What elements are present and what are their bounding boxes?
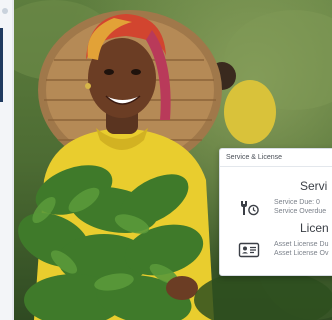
app-window: Service & License Servi Service Due: 0 S… <box>0 0 332 320</box>
service-due-text: Service Due: 0 <box>274 199 320 206</box>
license-title: Licen <box>300 221 329 235</box>
asset-license-due-text: Asset License Du <box>274 241 329 248</box>
wrench-clock-icon <box>238 199 260 217</box>
card-title: Service & License <box>220 149 332 167</box>
service-overdue-text: Service Overdue <box>274 208 327 215</box>
service-title: Servi <box>300 179 328 193</box>
asset-license-overdue-text: Asset License Ov <box>274 250 329 257</box>
sidebar-indicator <box>2 8 8 14</box>
service-license-card: Service & License Servi Service Due: 0 S… <box>219 148 332 276</box>
sidebar-active-item[interactable] <box>0 28 3 102</box>
id-card-icon <box>238 241 260 259</box>
